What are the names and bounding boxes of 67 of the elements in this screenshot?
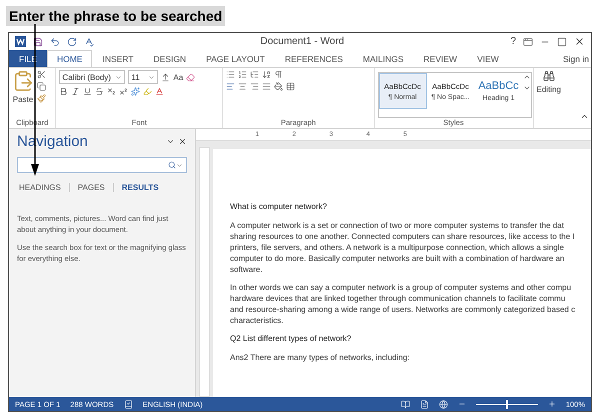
font-size-field[interactable]: 11 (128, 70, 158, 84)
search-field[interactable] (17, 157, 187, 173)
undo-icon[interactable] (50, 36, 60, 46)
question-text: Q2 List different types of network? (230, 333, 352, 344)
italic-icon[interactable] (71, 87, 80, 96)
redo-icon[interactable] (67, 36, 77, 46)
change-case-button[interactable]: Aa (173, 72, 184, 82)
pilcrow-icon[interactable] (274, 70, 284, 79)
app-logo-icon (15, 36, 26, 47)
pane-menu-icon[interactable] (166, 137, 175, 146)
binoculars-icon[interactable] (542, 70, 555, 82)
close-icon[interactable] (574, 36, 585, 47)
superscript-icon[interactable] (119, 87, 128, 96)
subscript-icon[interactable] (107, 87, 116, 96)
close-icon[interactable] (178, 137, 187, 146)
copy-icon[interactable] (37, 82, 46, 91)
numbering-icon[interactable] (238, 70, 248, 79)
navigation-tab[interactable]: RESULTS (112, 183, 167, 192)
save-icon[interactable] (33, 36, 43, 46)
slider-thumb[interactable] (506, 400, 508, 408)
web-layout-icon[interactable] (438, 400, 448, 408)
strikethrough-icon[interactable] (95, 87, 104, 96)
sort-icon[interactable] (262, 70, 272, 79)
ribbon-display-icon[interactable] (523, 36, 533, 46)
font-color-icon[interactable] (155, 87, 164, 96)
help-button[interactable]: ? (510, 36, 516, 47)
shading-icon[interactable] (274, 82, 284, 91)
sign-in-link[interactable]: Sign in (563, 50, 591, 67)
zoom-in-icon[interactable] (548, 400, 556, 408)
editing-button[interactable]: Editing (536, 85, 561, 94)
dropdown-icon[interactable] (148, 74, 156, 80)
search-icon[interactable] (168, 161, 176, 169)
print-layout-icon[interactable] (420, 400, 429, 408)
window-title: Document1 - Word (259, 36, 346, 47)
bold-icon[interactable] (59, 87, 68, 96)
spelling-icon[interactable] (84, 36, 94, 46)
align-left-icon[interactable] (226, 82, 236, 91)
align-center-icon[interactable] (238, 82, 248, 91)
ribbon-tab[interactable]: HOME (46, 50, 92, 67)
align-right-icon[interactable] (250, 82, 260, 91)
read-mode-icon[interactable] (400, 400, 410, 408)
maximize-icon[interactable] (557, 36, 567, 46)
borders-icon[interactable] (286, 82, 296, 91)
multilevel-list-icon[interactable] (250, 70, 260, 79)
format-painter-icon[interactable] (37, 94, 46, 103)
paragraph-text: Ans2 There are many types of networks, including: (230, 352, 410, 363)
dropdown-icon[interactable] (176, 162, 183, 168)
paragraph-text: In other words we can say a computer network is a group of computer systems and other compu hardware devices that are linked together through communication channels to facilitate commu and resource-sharing among a wide range of users. Networks are commonly categorized based c characteristics. (230, 282, 576, 326)
font-name-field[interactable]: Calibri (Body) (59, 70, 126, 84)
scroll-down-icon[interactable] (522, 84, 531, 92)
question-text: What is computer network? (230, 201, 328, 212)
paragraph-text: A computer network is a set or connection of two or more computer systems to transfer the dat sharing resources to one another. Connected computers can share resources, like access to the I printers, file servers, and others. A network is a multipurpose connection, which allows a single computer to do more. Basically computer networks are built with a combination of hardware an software. (230, 220, 576, 275)
paste-button[interactable]: Paste (12, 95, 34, 104)
navigation-tab[interactable]: HEADINGS (17, 183, 69, 192)
annotation-label: Enter the phrase to be searched (6, 6, 226, 26)
dropdown-icon[interactable] (115, 74, 122, 80)
proofing-icon[interactable] (124, 400, 133, 408)
bullets-icon[interactable] (226, 70, 236, 79)
underline-icon[interactable] (83, 87, 92, 96)
scroll-up-icon[interactable] (522, 73, 531, 81)
collapse-ribbon-icon[interactable] (580, 112, 590, 121)
navigation-tab[interactable]: PAGES (68, 183, 113, 192)
clear-format-icon[interactable] (186, 72, 196, 82)
grow-font-icon[interactable] (161, 72, 170, 82)
text-effects-icon[interactable] (131, 87, 140, 96)
cut-icon[interactable] (37, 70, 46, 79)
justify-icon[interactable] (262, 82, 272, 91)
